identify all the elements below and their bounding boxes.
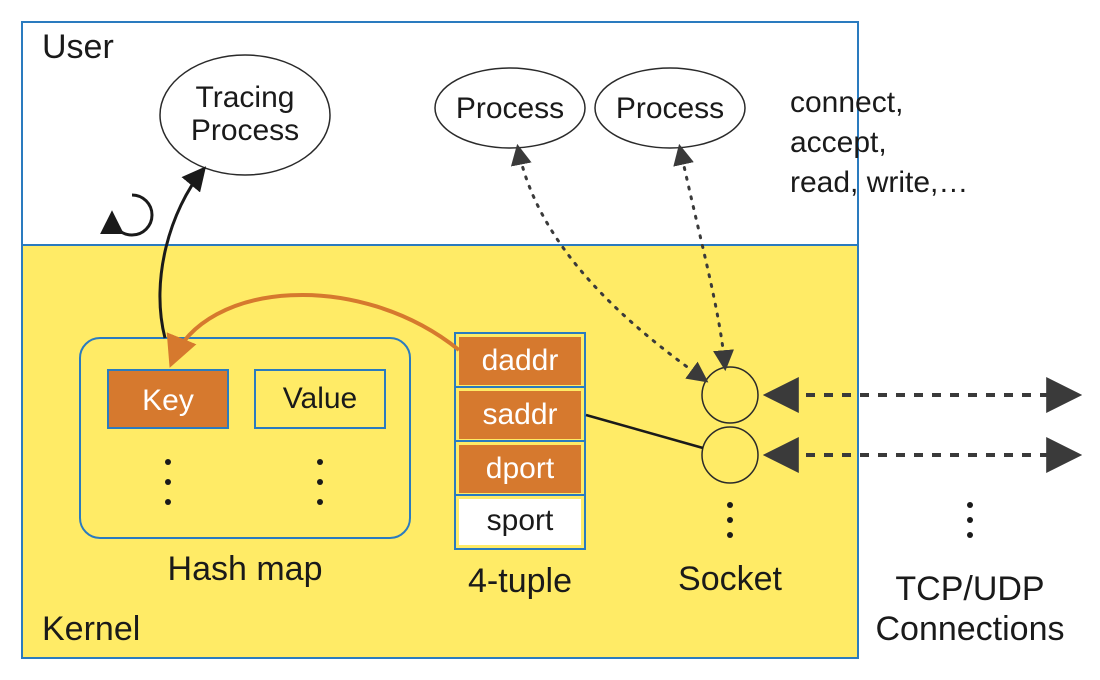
tracing-process-line1: Tracing bbox=[196, 81, 295, 114]
user-label: User bbox=[42, 28, 114, 66]
connections-line1: TCP/UDP bbox=[895, 570, 1044, 608]
syscall-line1: connect, bbox=[790, 86, 903, 119]
syscall-line2: accept, bbox=[790, 126, 887, 159]
connections-line2: Connections bbox=[875, 610, 1064, 648]
four-tuple-title: 4-tuple bbox=[468, 562, 572, 600]
four-tuple: daddr saddr dport sport bbox=[455, 333, 585, 549]
four-tuple-daddr: daddr bbox=[482, 344, 559, 377]
conn-vdots bbox=[967, 502, 973, 538]
four-tuple-dport: dport bbox=[486, 452, 555, 485]
hashmap-value-text: Value bbox=[283, 382, 358, 415]
four-tuple-sport: sport bbox=[487, 504, 554, 537]
loop-icon bbox=[112, 195, 152, 235]
tracing-process-line2: Process bbox=[191, 114, 299, 147]
four-tuple-saddr: saddr bbox=[482, 398, 557, 431]
hashmap-title: Hash map bbox=[168, 550, 323, 588]
process-1-label: Process bbox=[456, 92, 564, 125]
kernel-label: Kernel bbox=[42, 610, 140, 648]
socket-label: Socket bbox=[678, 560, 782, 598]
hashmap-key-text: Key bbox=[142, 384, 194, 417]
process-2-label: Process bbox=[616, 92, 724, 125]
syscall-line3: read, write,… bbox=[790, 166, 968, 199]
